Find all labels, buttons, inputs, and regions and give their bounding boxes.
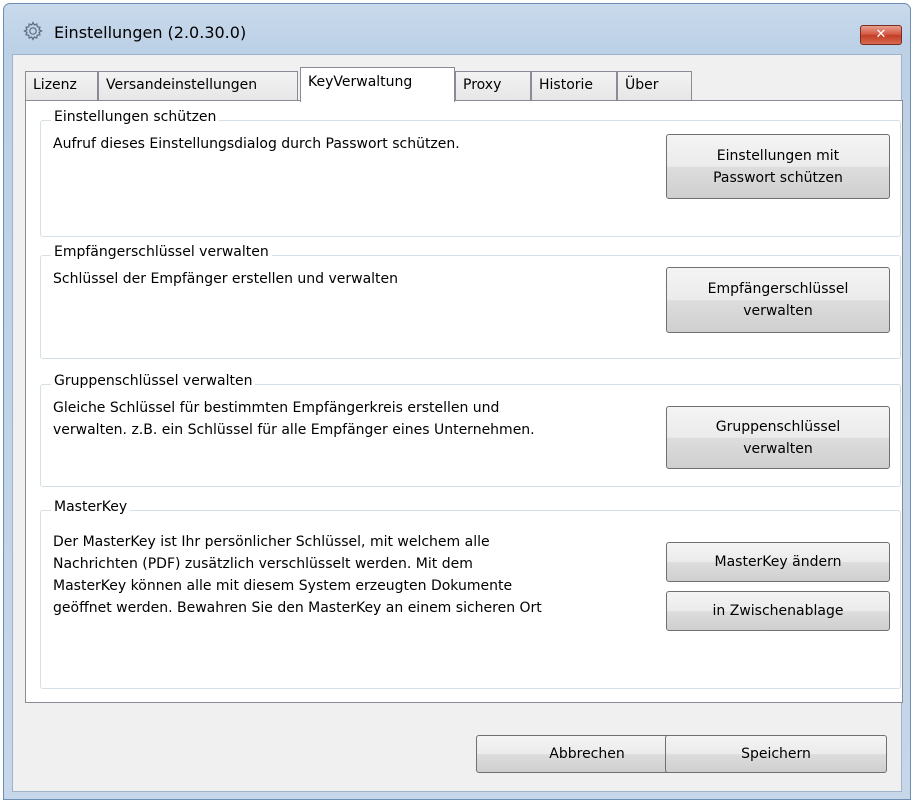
change-masterkey-button[interactable]: MasterKey ändern xyxy=(666,542,890,582)
button-label-line: Empfängerschlüssel xyxy=(707,281,849,297)
button-label: Abbrechen xyxy=(549,746,625,762)
title-bar[interactable]: Einstellungen (2.0.30.0) ✕ xyxy=(4,4,910,54)
button-label-line: Gruppenschlüssel xyxy=(715,418,841,435)
gear-icon xyxy=(23,21,43,41)
settings-window: Einstellungen (2.0.30.0) ✕ Lizenz Versan… xyxy=(3,3,911,800)
copy-to-clipboard-button[interactable]: in Zwischenablage xyxy=(666,591,890,631)
description-line: geöffnet werden. Bewahren Sie den Master… xyxy=(53,600,542,616)
tab-label: Lizenz xyxy=(33,77,77,93)
button-label: MasterKey ändern xyxy=(714,554,842,570)
manage-recipient-keys-button[interactable]: Empfängerschlüssel verwalten xyxy=(666,267,890,333)
group-title: Gruppenschlüssel verwalten xyxy=(51,373,256,389)
description-line: Gleiche Schlüssel für bestimmten Empfäng… xyxy=(53,400,500,416)
tab-keyverwaltung[interactable]: KeyVerwaltung xyxy=(300,67,455,102)
tab-panel-keyverwaltung: Einstellungen schützen Aufruf dieses Ein… xyxy=(25,100,903,703)
group-protect-settings: Einstellungen schützen Aufruf dieses Ein… xyxy=(40,109,901,237)
button-label: in Zwischenablage xyxy=(712,603,844,619)
group-masterkey: MasterKey Der MasterKey ist Ihr persönli… xyxy=(40,499,901,689)
tab-historie[interactable]: Historie xyxy=(531,71,617,101)
button-label: Speichern xyxy=(741,746,811,762)
group-description: Schlüssel der Empfänger erstellen und ve… xyxy=(53,271,399,287)
tab-label: Historie xyxy=(539,77,594,93)
description-line: verwalten. z.B. ein Schlüssel für alle E… xyxy=(53,422,535,438)
group-title: Einstellungen schützen xyxy=(51,109,220,125)
description-line: Nachrichten (PDF) zusätzlich verschlüsse… xyxy=(53,556,473,572)
close-icon: ✕ xyxy=(875,27,887,42)
tab-lizenz[interactable]: Lizenz xyxy=(25,71,98,101)
group-group-keys: Gruppenschlüssel verwalten Gleiche Schlü… xyxy=(40,373,901,487)
group-description: Gleiche Schlüssel für bestimmten Empfäng… xyxy=(53,397,633,441)
manage-group-keys-button[interactable]: Gruppenschlüssel verwalten xyxy=(666,406,890,469)
button-label-line: Passwort schützen xyxy=(713,169,843,186)
save-button[interactable]: Speichern xyxy=(665,735,887,773)
tab-label: Über xyxy=(625,77,659,93)
tab-ueber[interactable]: Über xyxy=(617,71,692,101)
button-label-line: Einstellungen mit xyxy=(716,147,840,164)
protect-with-password-button[interactable]: Einstellungen mit Passwort schützen xyxy=(666,134,890,199)
group-description: Der MasterKey ist Ihr persönlicher Schlü… xyxy=(53,531,653,619)
tab-versandeinstellungen[interactable]: Versandeinstellungen xyxy=(98,71,298,101)
description-line: Der MasterKey ist Ihr persönlicher Schlü… xyxy=(53,534,490,550)
group-description: Aufruf dieses Einstellungsdialog durch P… xyxy=(53,136,460,152)
tab-proxy[interactable]: Proxy xyxy=(455,71,531,101)
tab-label: Proxy xyxy=(463,77,502,93)
button-label-line: verwalten xyxy=(743,440,813,457)
tab-label: Versandeinstellungen xyxy=(106,77,258,93)
group-title: Empfängerschlüssel verwalten xyxy=(51,244,272,260)
window-title: Einstellungen (2.0.30.0) xyxy=(54,23,247,42)
group-recipient-keys: Empfängerschlüssel verwalten Schlüssel d… xyxy=(40,244,901,359)
dialog-client-area: Lizenz Versandeinstellungen KeyVerwaltun… xyxy=(12,54,903,792)
tab-label: KeyVerwaltung xyxy=(308,74,413,90)
group-title: MasterKey xyxy=(51,499,131,515)
close-button[interactable]: ✕ xyxy=(860,25,902,45)
button-label-line: verwalten xyxy=(743,303,813,319)
description-line: MasterKey können alle mit diesem System … xyxy=(53,578,513,594)
